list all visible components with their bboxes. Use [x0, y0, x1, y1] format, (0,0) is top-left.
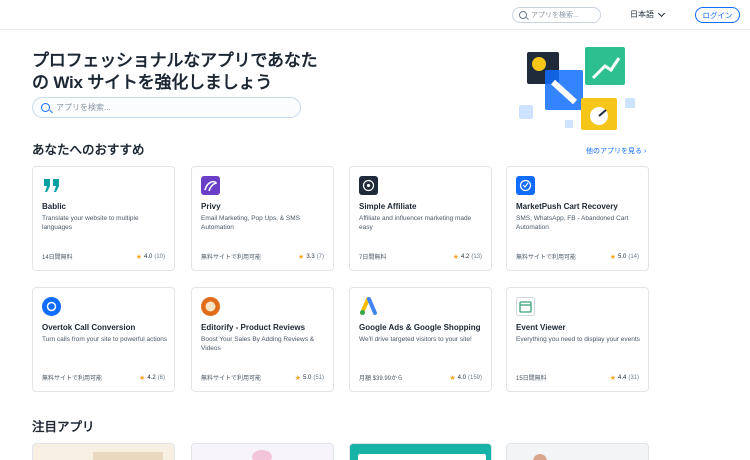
featured-section-title: 注目アプリ: [32, 420, 95, 434]
top-search-placeholder: アプリを検索...: [531, 12, 579, 19]
top-bar: アプリを検索... 日本語 ログイン: [0, 0, 750, 30]
quote-icon: [42, 176, 61, 195]
overtok-logo: [42, 297, 61, 316]
app-rating: ★ 4.0 (159): [449, 374, 482, 382]
app-rating-count: (7): [316, 254, 324, 260]
app-rating-count: (6): [157, 375, 165, 381]
star-icon: ★: [135, 254, 142, 261]
app-price: 14日間無料: [42, 255, 73, 261]
app-card[interactable]: Overtok Call Conversion Turn calls from y…: [32, 287, 175, 392]
star-icon: ★: [452, 254, 459, 261]
app-price: 月額 $39.99から: [359, 376, 404, 382]
featured-card[interactable]: [191, 443, 334, 460]
app-rating-value: 5.0: [617, 254, 627, 260]
app-price: 無料サイトで利用可能: [42, 376, 103, 382]
see-more-apps-link[interactable]: 他のアプリを見る ›: [586, 146, 646, 156]
app-rating: ★ 3.3 (7): [298, 253, 324, 261]
app-description: SMS, WhatsApp, FB - Abandoned Cart Autom…: [516, 215, 629, 231]
hero-illustration: [519, 47, 635, 130]
app-rating-count: (13): [471, 254, 482, 260]
app-rating-value: 3.3: [306, 254, 315, 260]
app-rating: ★ 4.4 (31): [610, 374, 639, 382]
hero-search-placeholder: アプリを検索...: [56, 103, 111, 112]
language-selector[interactable]: 日本語: [630, 9, 666, 20]
app-rating-count: (10): [154, 254, 165, 260]
top-search-input[interactable]: アプリを検索...: [512, 7, 601, 23]
app-rating-value: 4.0: [457, 375, 466, 381]
star-icon: ★: [609, 375, 616, 382]
affiliate-logo: [359, 176, 378, 195]
featured-card[interactable]: [349, 443, 492, 460]
app-rating-value: 4.2: [147, 375, 156, 381]
app-rating: ★ 5.0 (51): [295, 374, 324, 382]
app-card[interactable]: Event Viewer Everything you need to displ…: [506, 287, 649, 392]
hero-search-input[interactable]: アプリを検索...: [32, 97, 301, 118]
app-name: Bablic: [42, 202, 67, 211]
app-description: Translate your website to multiple langu…: [42, 215, 139, 231]
app-card[interactable]: Simple Affiliate Affiliate and influencer…: [349, 166, 492, 271]
star-icon: ★: [294, 375, 301, 382]
app-rating: ★ 4.0 (10): [136, 253, 165, 261]
app-card[interactable]: Bablic Translate your website to multiple…: [32, 166, 175, 271]
app-card[interactable]: Google Ads & Google Shopping We'll drive …: [349, 287, 492, 392]
app-rating-value: 5.0: [302, 375, 312, 381]
app-card[interactable]: Editorify - Product Reviews Boost Your Sa…: [191, 287, 334, 392]
app-description: We'll drive targeted visitors to your si…: [359, 336, 472, 343]
app-rating-value: 4.4: [617, 375, 627, 381]
featured-card[interactable]: [32, 443, 175, 460]
app-price: 無料サイトで利用可能: [201, 376, 262, 382]
app-rating-count: (51): [313, 375, 324, 381]
star-icon: ★: [139, 375, 146, 382]
app-rating: ★ 4.2 (6): [139, 374, 165, 382]
app-description: Everything you need to display your even…: [516, 336, 640, 343]
app-name: Simple Affiliate: [359, 202, 417, 211]
app-name: Privy: [201, 202, 221, 211]
star-icon: ★: [449, 375, 456, 382]
app-price: 15日間無料: [516, 376, 547, 382]
event-viewer-logo: [516, 297, 535, 316]
search-icon: [41, 103, 50, 112]
login-button[interactable]: ログイン: [695, 7, 740, 23]
app-name: Editorify - Product Reviews: [201, 323, 306, 332]
app-rating-value: 4.0: [143, 254, 153, 260]
app-name: Event Viewer: [516, 323, 566, 332]
app-card[interactable]: MarketPush Cart Recovery SMS, WhatsApp, F…: [506, 166, 649, 271]
app-name: MarketPush Cart Recovery: [516, 202, 618, 211]
app-description: Turn calls from your site to powerful ac…: [42, 336, 168, 343]
app-name: Overtok Call Conversion: [42, 323, 136, 332]
privy-logo: [201, 176, 220, 195]
marketpush-logo: [516, 176, 535, 195]
app-description: Affiliate and influencer marketing made …: [359, 215, 472, 231]
featured-card[interactable]: [506, 443, 649, 460]
recommended-section-title: あなたへのおすすめ: [32, 143, 145, 157]
language-label: 日本語: [630, 10, 654, 19]
app-price: 7日間無料: [359, 255, 387, 261]
google-ads-logo: [359, 297, 378, 316]
search-icon: [519, 11, 527, 19]
chevron-down-icon: [657, 9, 666, 17]
page-title: プロフェッショナルなアプリであなたの Wix サイトを強化しましょう: [32, 51, 318, 92]
star-icon: ★: [609, 254, 616, 261]
app-card[interactable]: Privy Email Marketing, Pop Ups, & SMS Aut…: [191, 166, 334, 271]
editorify-logo: [201, 297, 220, 316]
app-rating-count: (14): [628, 254, 639, 260]
app-description: Email Marketing, Pop Ups, & SMS Automati…: [201, 215, 300, 231]
star-icon: ★: [298, 254, 305, 261]
app-name: Google Ads & Google Shopping: [359, 323, 481, 332]
app-rating: ★ 4.2 (13): [453, 253, 482, 261]
app-description: Boost Your Sales By Adding Reviews & Vid…: [201, 336, 315, 352]
app-rating-count: (31): [628, 375, 639, 381]
app-price: 無料サイトで利用可能: [516, 255, 577, 261]
app-rating: ★ 5.0 (14): [610, 253, 639, 261]
app-rating-value: 4.2: [460, 254, 470, 260]
app-price: 無料サイトで利用可能: [201, 255, 262, 261]
app-rating-count: (159): [467, 375, 482, 381]
